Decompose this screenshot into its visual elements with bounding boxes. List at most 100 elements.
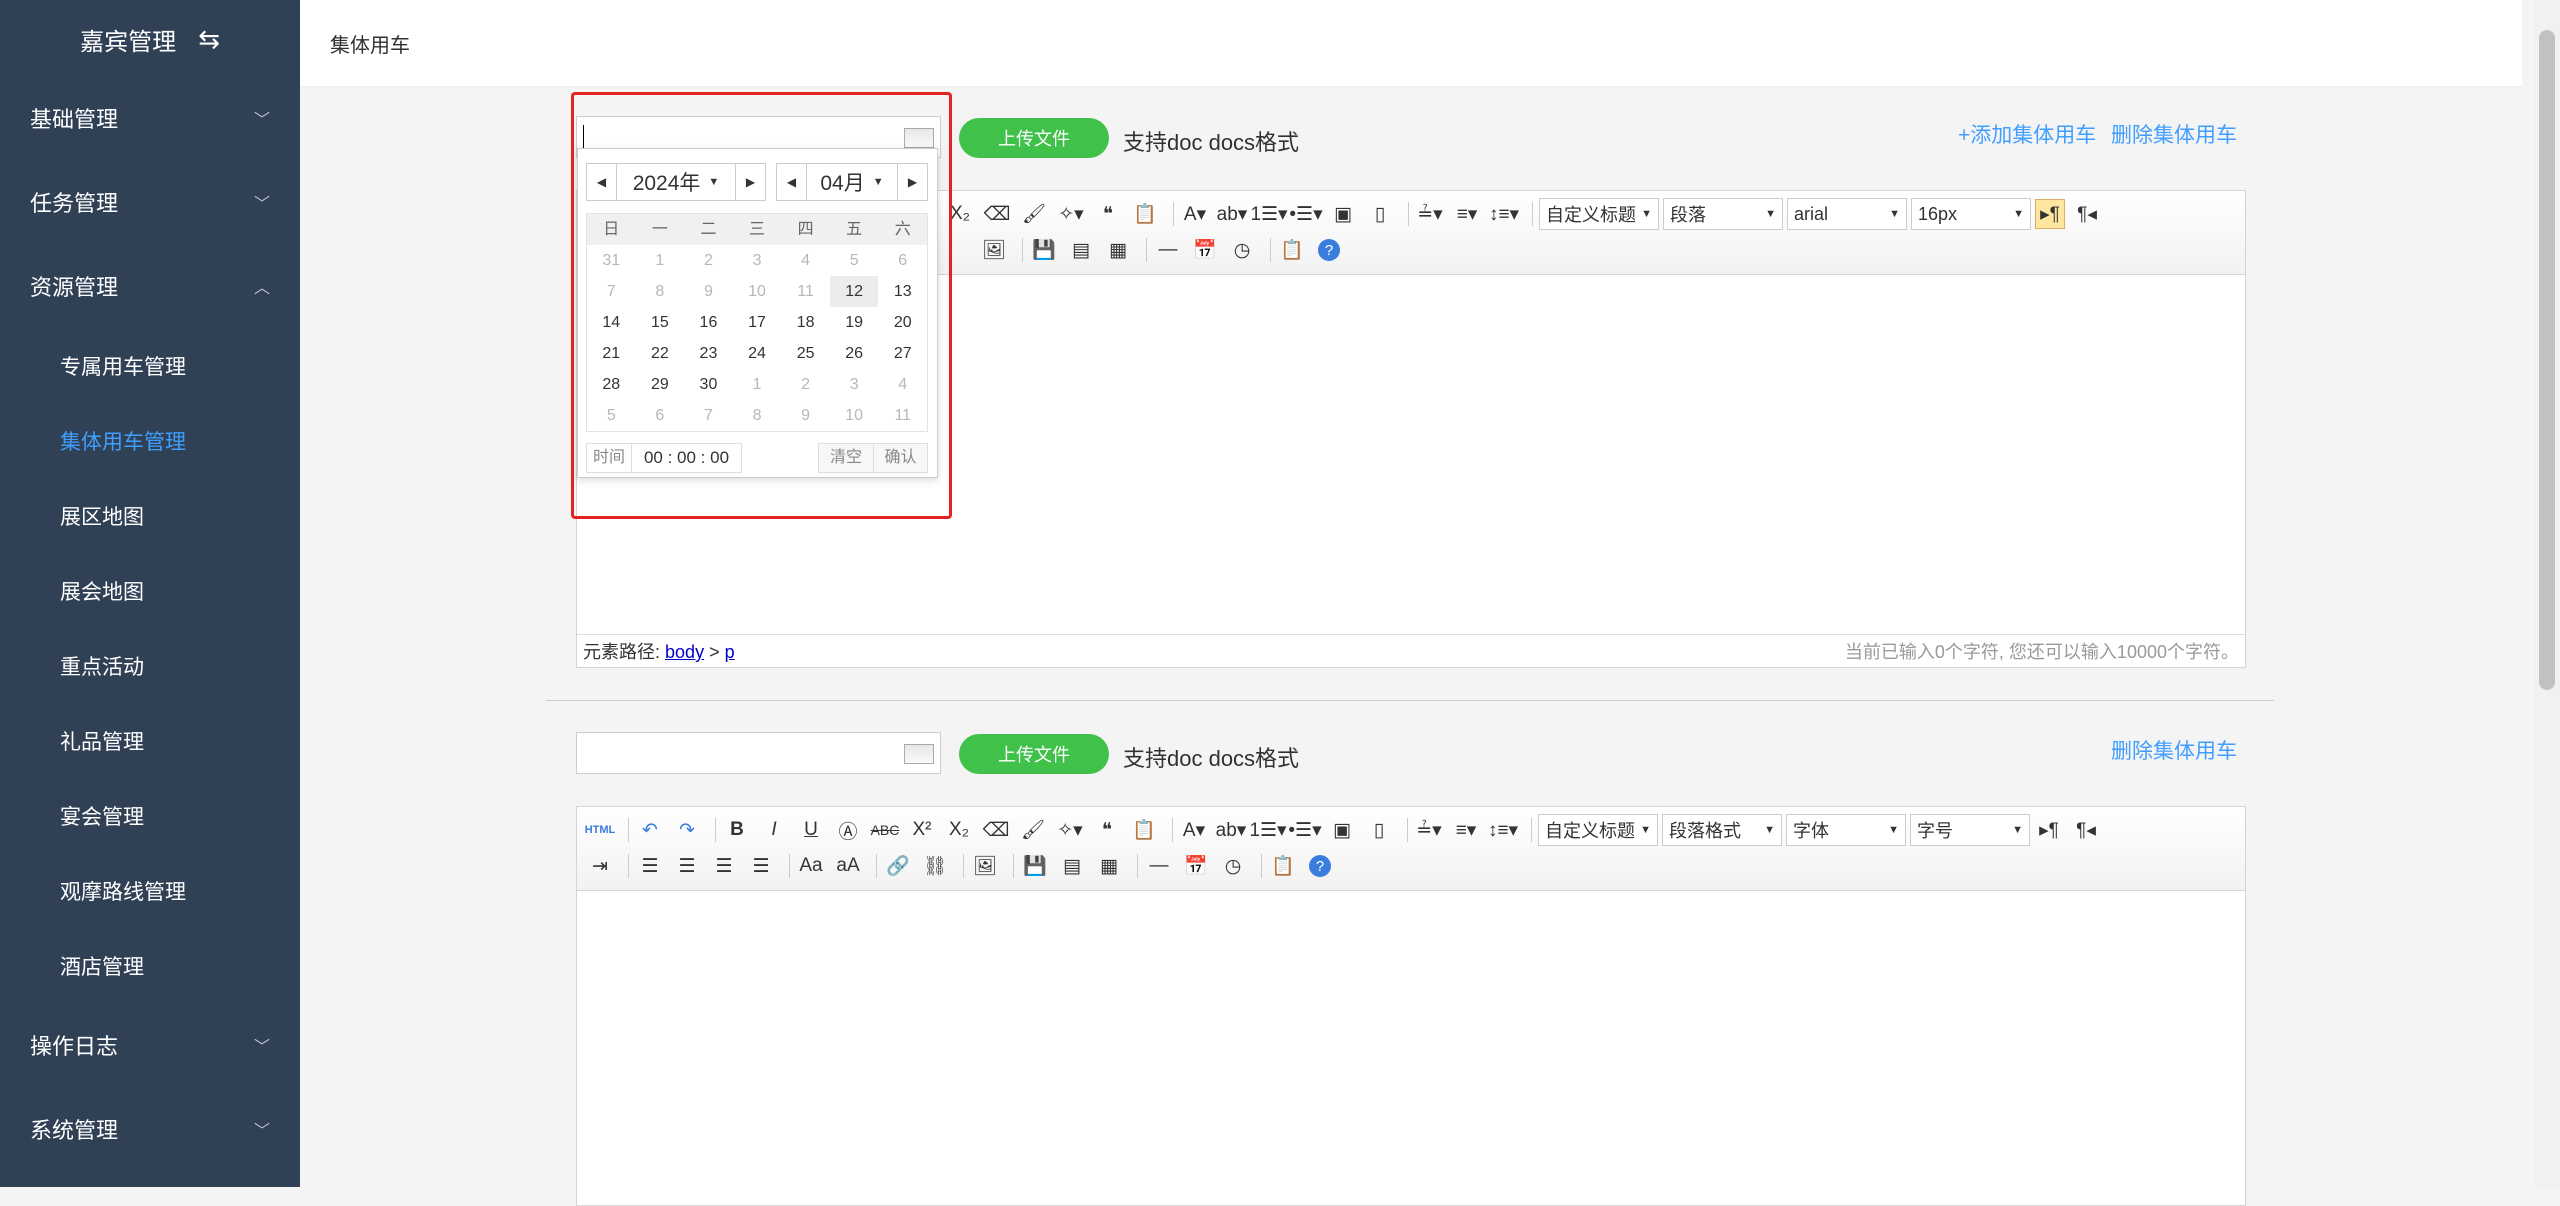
clear-doc-icon[interactable]: ▯ [1364,815,1394,845]
menu-group-basic[interactable]: 基础管理 ﹀ [0,76,300,160]
calendar-day[interactable]: 1 [733,369,782,400]
font-color-icon[interactable]: A▾ [1180,199,1210,229]
confirm-button[interactable]: 确认 [873,443,928,473]
paste-text-icon[interactable]: 📋 [1130,199,1160,229]
prev-month-arrow[interactable]: ◀ [777,164,807,200]
calendar-day[interactable]: 20 [878,307,927,338]
calendar-day[interactable]: 2 [684,245,733,276]
delete-group-car-link-1[interactable]: 删除集体用车 [2111,119,2237,149]
calendar-icon[interactable] [904,128,934,148]
strikethrough-icon[interactable]: ABC [870,815,900,845]
calendar-day[interactable]: 4 [781,245,830,276]
font-size-select[interactable]: 字号 ▼ [1910,814,2030,846]
calendar-day[interactable]: 21 [587,338,636,369]
calendar-day[interactable]: 24 [733,338,782,369]
next-month-arrow[interactable]: ▶ [897,164,927,200]
custom-title-select[interactable]: 自定义标题 ▼ [1539,198,1659,230]
year-select[interactable]: 2024年 ▼ [617,167,735,197]
ltr-icon[interactable]: ▸¶ [2035,199,2065,229]
calendar-day[interactable]: 7 [587,276,636,307]
indent-icon[interactable]: ⇥ [585,851,615,881]
calendar-day[interactable]: 11 [878,400,927,431]
path-body-link[interactable]: body [665,642,704,662]
html-source-icon[interactable]: HTML [585,815,616,845]
row-spacing-bottom-icon[interactable]: ≡▾ [1451,815,1481,845]
calendar-day[interactable]: 9 [781,400,830,431]
calendar-day[interactable]: 5 [587,400,636,431]
upload-button-1[interactable]: 上传文件 [959,118,1109,158]
link-icon[interactable]: 🔗 [883,851,913,881]
align-justify-icon[interactable]: ☰ [746,851,776,881]
add-group-car-link[interactable]: +添加集体用车 [1958,119,2096,149]
rich-text-editor-2[interactable]: HTML ↶ ↷ B I U Ⓐ ABC X² X₂ ⌫ 🖌 ✧▾ ❝ 📋 A▾… [576,806,2246,1206]
menu-group-task[interactable]: 任务管理 ﹀ [0,160,300,244]
template-icon[interactable]: ▦ [1094,851,1124,881]
ordered-list-icon[interactable]: 1☰▾ [1250,199,1287,229]
font-family-select[interactable]: arial ▼ [1787,198,1907,230]
calendar-day[interactable]: 8 [733,400,782,431]
paragraph-format-select[interactable]: 段落格式 ▼ [1662,814,1782,846]
sidebar-item-zone-map[interactable]: 展区地图 [0,478,300,553]
font-border-icon[interactable]: Ⓐ [833,815,863,845]
calendar-day[interactable]: 1 [636,245,685,276]
insert-frame-icon[interactable]: ▤ [1057,851,1087,881]
uppercase-icon[interactable]: Aa [796,851,826,881]
next-year-arrow[interactable]: ▶ [735,164,765,200]
select-all-icon[interactable]: ▣ [1327,815,1357,845]
row-spacing-bottom-icon[interactable]: ≡▾ [1452,199,1482,229]
calendar-day[interactable]: 4 [878,369,927,400]
calendar-day[interactable]: 3 [830,369,879,400]
calendar-day[interactable]: 9 [684,276,733,307]
calendar-day[interactable]: 7 [684,400,733,431]
row-spacing-top-icon[interactable]: ≟▾ [1414,815,1444,845]
image-icon[interactable]: 🖼 [970,851,1000,881]
font-color-icon[interactable]: A▾ [1179,815,1209,845]
italic-icon[interactable]: I [759,815,789,845]
highlight-color-icon[interactable]: ab▾ [1217,199,1248,229]
align-right-icon[interactable]: ☰ [709,851,739,881]
paragraph-select[interactable]: 段落 ▼ [1663,198,1783,230]
calendar-day[interactable]: 22 [636,338,685,369]
upload-button-2[interactable]: 上传文件 [959,734,1109,774]
quote-icon[interactable]: ❝ [1092,815,1122,845]
rtl-icon[interactable]: ¶◂ [2071,815,2101,845]
image-icon[interactable]: 🖼 [979,235,1009,265]
subscript-icon[interactable]: X₂ [944,815,974,845]
template-icon[interactable]: ▦ [1103,235,1133,265]
sidebar-item-expo-map[interactable]: 展会地图 [0,553,300,628]
calendar-icon[interactable] [904,744,934,764]
menu-group-log[interactable]: 操作日志 ﹀ [0,1003,300,1087]
format-brush-icon[interactable]: 🖌 [1018,815,1048,845]
calendar-day[interactable]: 26 [830,338,879,369]
calendar-day[interactable]: 28 [587,369,636,400]
horizontal-rule-icon[interactable]: — [1153,235,1183,265]
calendar-day[interactable]: 11 [781,276,830,307]
date-icon[interactable]: 📅 [1190,235,1220,265]
calendar-day[interactable]: 27 [878,338,927,369]
calendar-day[interactable]: 17 [733,307,782,338]
custom-title-select[interactable]: 自定义标题 ▼ [1538,814,1658,846]
calendar-day[interactable]: 30 [684,369,733,400]
calendar-day[interactable]: 16 [684,307,733,338]
delete-group-car-link-2[interactable]: 删除集体用车 [2111,735,2237,765]
eraser-icon[interactable]: ⌫ [982,199,1012,229]
ltr-icon[interactable]: ▸¶ [2034,815,2064,845]
calendar-day[interactable]: 13 [878,276,927,307]
prev-year-arrow[interactable]: ◀ [587,164,617,200]
file-input-2[interactable] [576,732,941,774]
sidebar-item-hotel[interactable]: 酒店管理 [0,928,300,1003]
calendar-day-today[interactable]: 12 [829,276,879,307]
ordered-list-icon[interactable]: 1☰▾ [1249,815,1286,845]
calendar-day[interactable]: 8 [636,276,685,307]
sidebar-item-gifts[interactable]: 礼品管理 [0,703,300,778]
bold-icon[interactable]: B [722,815,752,845]
eraser-icon[interactable]: ⌫ [981,815,1011,845]
line-height-icon[interactable]: ↕≡▾ [1488,815,1518,845]
calendar-day[interactable]: 6 [878,245,927,276]
underline-icon[interactable]: U [796,815,826,845]
horizontal-rule-icon[interactable]: — [1144,851,1174,881]
calendar-day[interactable]: 6 [636,400,685,431]
clear-button[interactable]: 清空 [818,443,874,473]
row-spacing-top-icon[interactable]: ≟▾ [1415,199,1445,229]
calendar-day[interactable]: 2 [781,369,830,400]
